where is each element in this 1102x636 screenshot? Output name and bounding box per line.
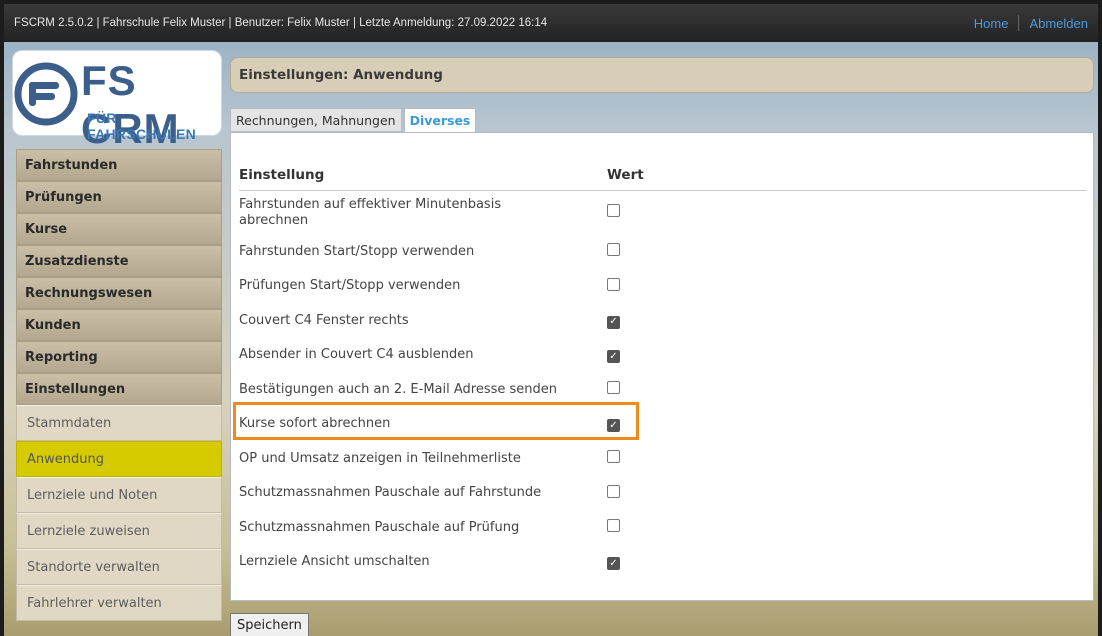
setting-value: ✓ [605, 417, 1087, 432]
setting-label: Bestätigungen auch an 2. E-Mail Adresse … [239, 381, 558, 397]
table-row: Lernziele Ansicht umschalten ✓ [239, 546, 1087, 581]
setting-label: Schutzmassnahmen Pauschale auf Fahrstund… [239, 485, 542, 501]
setting-value: ✓ [605, 348, 1087, 363]
table-row: Kurse sofort abrechnen ✓ [239, 408, 1087, 443]
setting-value [605, 381, 1087, 398]
setting-value [605, 243, 1087, 260]
sidebar-item-einstellungen[interactable]: Einstellungen [16, 373, 222, 405]
setting-label: Prüfungen Start/Stopp verwenden [239, 278, 461, 294]
logo-subtitle: FÜR FAHRSCHULEN [87, 110, 197, 142]
header-value: Wert [607, 166, 644, 183]
sidebar-item-fahrstunden[interactable]: Fahrstunden [16, 149, 222, 181]
table-row: OP und Umsatz anzeigen in Teilnehmerlist… [239, 442, 1087, 477]
tab-bar: Rechnungen, Mahnungen Diverses [230, 108, 478, 133]
sidebar-item-reporting[interactable]: Reporting [16, 341, 222, 373]
setting-label: Schutzmassnahmen Pauschale auf Prüfung [239, 519, 520, 535]
top-links: Home Abmelden [974, 15, 1088, 31]
session-info: FSCRM 2.5.0.2 | Fahrschule Felix Muster … [14, 17, 548, 29]
setting-value: ✓ [605, 313, 1087, 329]
table-header: Einstellung Wert [239, 159, 1087, 191]
table-row: Absender in Couvert C4 ausblenden ✓ [239, 339, 1087, 374]
setting-checkbox[interactable]: ✓ [607, 419, 620, 432]
setting-label: Couvert C4 Fenster rechts [239, 312, 409, 328]
table-row: Fahrstunden Start/Stopp verwenden [239, 235, 1087, 270]
settings-panel: Einstellung Wert Fahrstunden auf effekti… [230, 132, 1094, 601]
sidebar-subitem-stammdaten[interactable]: Stammdaten [16, 405, 222, 441]
setting-checkbox[interactable]: ✓ [607, 350, 620, 363]
logo[interactable]: FS CRM FÜR FAHRSCHULEN [12, 50, 222, 152]
sidebar-subitem-fahrlehrer[interactable]: Fahrlehrer verwalten [16, 585, 222, 621]
settings-rows: Fahrstunden auf effektiver Minutenbasis … [239, 191, 1087, 580]
sidebar-subitem-lernziele-noten[interactable]: Lernziele und Noten [16, 477, 222, 513]
setting-value [605, 277, 1087, 295]
sidebar-item-kurse[interactable]: Kurse [16, 213, 222, 245]
setting-label: Fahrstunden Start/Stopp verwenden [239, 243, 475, 259]
setting-value [605, 204, 1087, 221]
sidebar-item-kunden[interactable]: Kunden [16, 309, 222, 341]
setting-checkbox[interactable] [607, 519, 620, 533]
table-row: Schutzmassnahmen Pauschale auf Prüfung [239, 511, 1087, 546]
setting-checkbox[interactable] [607, 450, 620, 464]
setting-label: Kurse sofort abrechnen [239, 416, 391, 432]
sidebar-subitem-anwendung[interactable]: Anwendung [16, 441, 222, 477]
setting-checkbox[interactable]: ✓ [607, 557, 620, 570]
sidebar-item-rechnungswesen[interactable]: Rechnungswesen [16, 277, 222, 309]
fs-logo-icon [14, 62, 78, 126]
setting-label: OP und Umsatz anzeigen in Teilnehmerlist… [239, 450, 521, 466]
setting-value [605, 450, 1087, 467]
sidebar-subitem-standorte[interactable]: Standorte verwalten [16, 549, 222, 585]
table-row: Bestätigungen auch an 2. E-Mail Adresse … [239, 373, 1087, 408]
table-row: Schutzmassnahmen Pauschale auf Fahrstund… [239, 477, 1087, 512]
tab-rechnungen-mahnungen[interactable]: Rechnungen, Mahnungen [230, 108, 402, 132]
sidebar: Fahrstunden Prüfungen Kurse Zusatzdienst… [16, 149, 222, 621]
page-title: Einstellungen: Anwendung [230, 57, 1094, 93]
setting-checkbox[interactable] [607, 204, 620, 217]
sidebar-item-zusatzdienste[interactable]: Zusatzdienste [16, 245, 222, 277]
logout-link[interactable]: Abmelden [1029, 16, 1088, 31]
setting-value [605, 484, 1087, 502]
save-button[interactable]: Speichern [230, 613, 309, 636]
setting-value: ✓ [605, 555, 1087, 570]
setting-checkbox[interactable] [607, 381, 620, 395]
setting-checkbox[interactable] [607, 484, 620, 498]
setting-label: Lernziele Ansicht umschalten [239, 554, 430, 570]
table-row: Prüfungen Start/Stopp verwenden [239, 270, 1087, 305]
setting-checkbox[interactable] [607, 277, 620, 291]
top-bar: FSCRM 2.5.0.2 | Fahrschule Felix Muster … [4, 4, 1098, 42]
home-link[interactable]: Home [974, 16, 1009, 31]
table-row: Couvert C4 Fenster rechts ✓ [239, 304, 1087, 339]
setting-label: Absender in Couvert C4 ausblenden [239, 347, 474, 363]
sidebar-item-pruefungen[interactable]: Prüfungen [16, 181, 222, 213]
setting-checkbox[interactable] [607, 243, 620, 257]
app-window: FSCRM 2.5.0.2 | Fahrschule Felix Muster … [4, 4, 1098, 636]
header-setting: Einstellung [239, 166, 325, 183]
tab-diverses[interactable]: Diverses [403, 108, 477, 133]
table-row: Fahrstunden auf effektiver Minutenbasis … [239, 191, 1087, 235]
setting-value [605, 519, 1087, 536]
sidebar-subitem-lernziele-zuweisen[interactable]: Lernziele zuweisen [16, 513, 222, 549]
setting-checkbox[interactable]: ✓ [607, 315, 620, 329]
link-separator [1018, 15, 1020, 31]
settings-table: Einstellung Wert Fahrstunden auf effekti… [239, 159, 1087, 580]
setting-label: Fahrstunden auf effektiver Minutenbasis … [239, 196, 502, 228]
